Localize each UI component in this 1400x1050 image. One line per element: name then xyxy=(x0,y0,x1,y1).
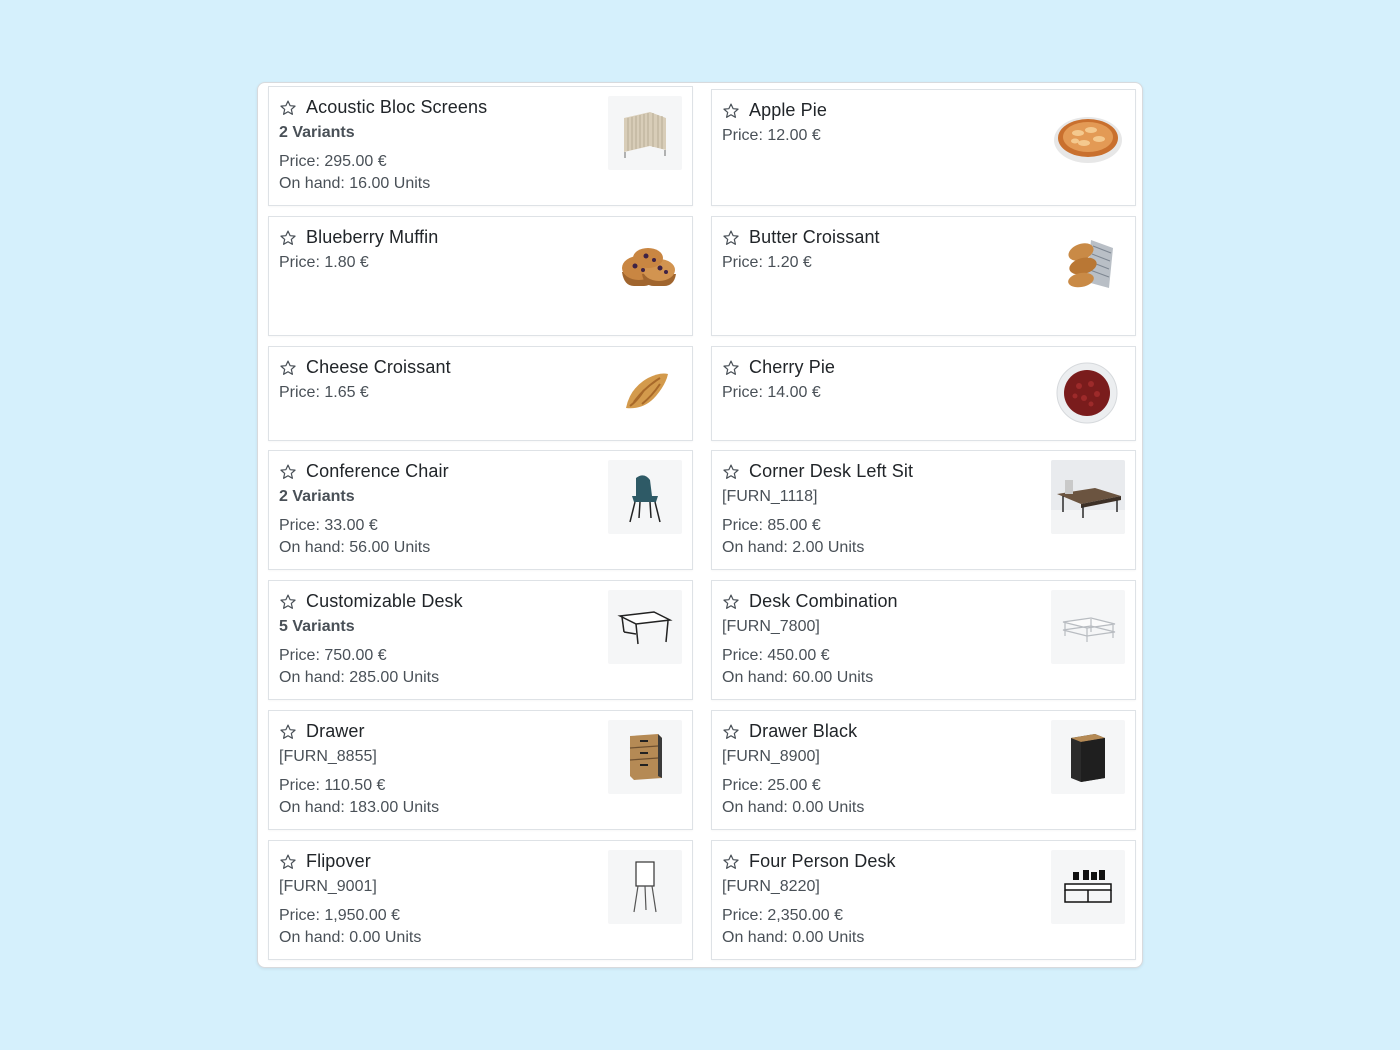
product-name: Butter Croissant xyxy=(749,227,880,247)
product-name: Customizable Desk xyxy=(306,591,463,611)
favorite-star-icon[interactable] xyxy=(279,593,297,611)
product-name: Desk Combination xyxy=(749,591,898,611)
product-on-hand: On hand: 0.00 Units xyxy=(279,929,422,946)
product-price: Price: 2,350.00 € xyxy=(722,907,843,924)
product-card-blueberry-muffin[interactable]: Blueberry Muffin Price: 1.80 € xyxy=(268,216,693,336)
product-variants: 2 Variants xyxy=(279,124,355,141)
product-name: Apple Pie xyxy=(749,100,827,120)
product-price: Price: 750.00 € xyxy=(279,647,387,664)
product-ref: [FURN_9001] xyxy=(279,878,377,895)
product-price: Price: 25.00 € xyxy=(722,777,821,794)
product-price: Price: 295.00 € xyxy=(279,153,387,170)
favorite-star-icon[interactable] xyxy=(279,853,297,871)
product-price: Price: 85.00 € xyxy=(722,517,821,534)
product-price: Price: 12.00 € xyxy=(722,127,821,144)
product-on-hand: On hand: 56.00 Units xyxy=(279,539,431,556)
product-card-four-person-desk[interactable]: Four Person Desk [FURN_8220] Price: 2,35… xyxy=(711,840,1136,960)
product-name: Flipover xyxy=(306,851,371,871)
cherry-pie-image xyxy=(1051,356,1125,430)
product-on-hand: On hand: 16.00 Units xyxy=(279,175,431,192)
product-ref: [FURN_8855] xyxy=(279,748,377,765)
product-on-hand: On hand: 60.00 Units xyxy=(722,669,874,686)
product-name: Four Person Desk xyxy=(749,851,896,871)
product-on-hand: On hand: 0.00 Units xyxy=(722,929,865,946)
apple-pie-image xyxy=(1051,99,1125,173)
product-price: Price: 1,950.00 € xyxy=(279,907,400,924)
product-ref: [FURN_1118] xyxy=(722,488,818,505)
favorite-star-icon[interactable] xyxy=(722,853,740,871)
cheese-croissant-image xyxy=(608,356,682,430)
product-price: Price: 450.00 € xyxy=(722,647,830,664)
product-card-drawer[interactable]: Drawer [FURN_8855] Price: 110.50 € On ha… xyxy=(268,710,693,830)
drawer-image xyxy=(608,720,682,794)
acoustic-screen-image xyxy=(608,96,682,170)
product-card-customizable-desk[interactable]: Customizable Desk 5 Variants Price: 750.… xyxy=(268,580,693,700)
favorite-star-icon[interactable] xyxy=(279,463,297,481)
product-price: Price: 1.20 € xyxy=(722,254,812,271)
product-on-hand: On hand: 285.00 Units xyxy=(279,669,440,686)
product-price: Price: 1.80 € xyxy=(279,254,369,271)
product-card-conference-chair[interactable]: Conference Chair 2 Variants Price: 33.00… xyxy=(268,450,693,570)
product-card-flipover[interactable]: Flipover [FURN_9001] Price: 1,950.00 € O… xyxy=(268,840,693,960)
drawer-black-image xyxy=(1051,720,1125,794)
desk-combination-image xyxy=(1051,590,1125,664)
favorite-star-icon[interactable] xyxy=(279,229,297,247)
favorite-star-icon[interactable] xyxy=(279,359,297,377)
product-variants: 5 Variants xyxy=(279,618,355,635)
favorite-star-icon[interactable] xyxy=(722,463,740,481)
product-on-hand: On hand: 0.00 Units xyxy=(722,799,865,816)
product-variants: 2 Variants xyxy=(279,488,355,505)
product-card-acoustic-bloc-screens[interactable]: Acoustic Bloc Screens 2 Variants Price: … xyxy=(268,86,693,206)
product-card-butter-croissant[interactable]: Butter Croissant Price: 1.20 € xyxy=(711,216,1136,336)
product-ref: [FURN_7800] xyxy=(722,618,820,635)
favorite-star-icon[interactable] xyxy=(722,359,740,377)
product-card-desk-combination[interactable]: Desk Combination [FURN_7800] Price: 450.… xyxy=(711,580,1136,700)
four-person-desk-image xyxy=(1051,850,1125,924)
product-on-hand: On hand: 2.00 Units xyxy=(722,539,865,556)
product-ref: [FURN_8900] xyxy=(722,748,820,765)
product-name: Cheese Croissant xyxy=(306,357,451,377)
product-name: Acoustic Bloc Screens xyxy=(306,97,488,117)
product-on-hand: On hand: 183.00 Units xyxy=(279,799,440,816)
product-name: Blueberry Muffin xyxy=(306,227,439,247)
product-price: Price: 14.00 € xyxy=(722,384,821,401)
butter-croissant-image xyxy=(1051,226,1125,300)
product-name: Drawer xyxy=(306,721,365,741)
product-kanban-panel: Acoustic Bloc Screens 2 Variants Price: … xyxy=(257,82,1143,968)
product-name: Corner Desk Left Sit xyxy=(749,461,914,481)
product-card-drawer-black[interactable]: Drawer Black [FURN_8900] Price: 25.00 € … xyxy=(711,710,1136,830)
product-price: Price: 1.65 € xyxy=(279,384,369,401)
customizable-desk-image xyxy=(608,590,682,664)
favorite-star-icon[interactable] xyxy=(722,102,740,120)
product-price: Price: 110.50 € xyxy=(279,777,386,794)
product-card-cheese-croissant[interactable]: Cheese Croissant Price: 1.65 € xyxy=(268,346,693,441)
product-card-apple-pie[interactable]: Apple Pie Price: 12.00 € xyxy=(711,89,1136,206)
conference-chair-image xyxy=(608,460,682,534)
product-card-cherry-pie[interactable]: Cherry Pie Price: 14.00 € xyxy=(711,346,1136,441)
favorite-star-icon[interactable] xyxy=(722,593,740,611)
favorite-star-icon[interactable] xyxy=(279,723,297,741)
product-name: Cherry Pie xyxy=(749,357,836,377)
product-name: Drawer Black xyxy=(749,721,858,741)
favorite-star-icon[interactable] xyxy=(722,229,740,247)
product-ref: [FURN_8220] xyxy=(722,878,820,895)
product-price: Price: 33.00 € xyxy=(279,517,378,534)
product-name: Conference Chair xyxy=(306,461,449,481)
blueberry-muffin-image xyxy=(608,226,682,300)
product-card-corner-desk-left-sit[interactable]: Corner Desk Left Sit [FURN_1118] Price: … xyxy=(711,450,1136,570)
corner-desk-image xyxy=(1051,460,1125,534)
flipover-image xyxy=(608,850,682,924)
favorite-star-icon[interactable] xyxy=(279,99,297,117)
favorite-star-icon[interactable] xyxy=(722,723,740,741)
